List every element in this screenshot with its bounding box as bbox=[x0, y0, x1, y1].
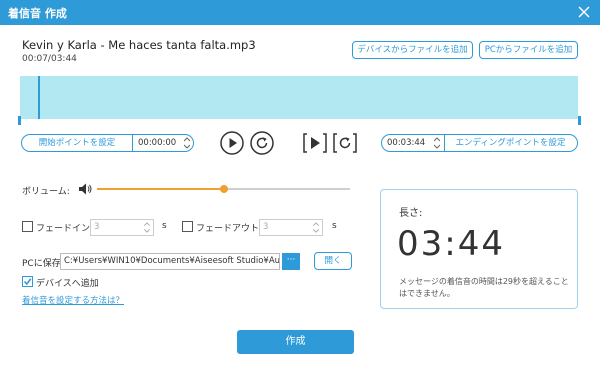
divider bbox=[132, 135, 133, 151]
end-handle[interactable] bbox=[578, 116, 581, 125]
play-selection-icon[interactable] bbox=[301, 131, 329, 155]
set-end-button[interactable]: エンディングポイントを設定 bbox=[444, 135, 577, 151]
length-label: 長さ: bbox=[399, 208, 423, 219]
help-link[interactable]: 着信音を設定する方法は？ bbox=[22, 294, 124, 306]
length-info-panel: 長さ: 03:44 メッセージの着信音の時間は29秒を超えることはできません。 bbox=[380, 189, 578, 309]
fade-out-unit: s bbox=[332, 221, 337, 231]
fade-in-label: フェードイン bbox=[36, 224, 91, 234]
fade-in-input[interactable]: 3 bbox=[90, 219, 154, 236]
save-path-input[interactable]: C:¥Users¥WIN10¥Documents¥Aiseesoft Studi… bbox=[60, 253, 280, 270]
loop-selection-icon[interactable] bbox=[331, 131, 359, 155]
start-handle[interactable] bbox=[18, 116, 21, 125]
add-from-pc-button[interactable]: PCからファイルを追加 bbox=[479, 41, 578, 59]
fade-out-spinner-icon[interactable] bbox=[313, 222, 319, 233]
create-button[interactable]: 作成 bbox=[237, 330, 354, 354]
end-point-group: 00:03:44 エンディングポイントを設定 bbox=[381, 134, 578, 152]
length-value: 03:44 bbox=[397, 224, 505, 264]
close-icon[interactable] bbox=[576, 4, 592, 20]
end-time-input[interactable]: 00:03:44 bbox=[387, 135, 425, 151]
fade-in-checkbox[interactable] bbox=[22, 221, 33, 232]
add-to-device-label: デバイスへ追加 bbox=[36, 279, 99, 289]
length-note: メッセージの着信音の時間は29秒を超えることはできません。 bbox=[399, 277, 569, 298]
end-time-spinner-icon[interactable] bbox=[434, 137, 440, 149]
save-path-label: PCに保存: bbox=[22, 259, 64, 269]
fade-in-unit: s bbox=[162, 221, 167, 231]
add-from-device-button[interactable]: デバイスからファイルを追加 bbox=[352, 41, 473, 59]
fade-out-value: 3 bbox=[263, 222, 269, 232]
speaker-icon[interactable] bbox=[78, 182, 92, 196]
add-to-device-checkbox[interactable] bbox=[22, 276, 33, 287]
fade-out-label: フェードアウト bbox=[196, 224, 260, 234]
volume-label: ボリューム: bbox=[22, 187, 70, 197]
start-time-input[interactable]: 00:00:00 bbox=[138, 135, 176, 151]
browse-button[interactable]: ··· bbox=[282, 253, 300, 270]
set-start-button[interactable]: 開始ポイントを設定 bbox=[22, 135, 132, 151]
start-time-spinner-icon[interactable] bbox=[184, 137, 190, 149]
fade-in-value: 3 bbox=[94, 222, 100, 232]
fade-out-input[interactable]: 3 bbox=[259, 219, 323, 236]
file-name: Kevin y Karla - Me haces tanta falta.mp3 bbox=[22, 38, 256, 52]
playback-position: 00:07/03:44 bbox=[22, 54, 77, 64]
fade-out-checkbox[interactable] bbox=[182, 221, 193, 232]
volume-slider-fill bbox=[97, 188, 224, 190]
window-title: 着信音 作成 bbox=[8, 7, 67, 20]
fade-in-spinner-icon[interactable] bbox=[144, 222, 150, 233]
play-icon[interactable] bbox=[220, 131, 244, 155]
open-folder-button[interactable]: 開く bbox=[314, 252, 352, 270]
title-bar: 着信音 作成 bbox=[0, 0, 600, 25]
start-point-group: 開始ポイントを設定 00:00:00 bbox=[21, 134, 194, 152]
waveform-area[interactable] bbox=[20, 76, 578, 119]
replay-icon[interactable] bbox=[250, 131, 274, 155]
checkmark-icon bbox=[23, 278, 32, 286]
playhead[interactable] bbox=[38, 76, 40, 119]
volume-slider-knob[interactable] bbox=[220, 185, 228, 193]
